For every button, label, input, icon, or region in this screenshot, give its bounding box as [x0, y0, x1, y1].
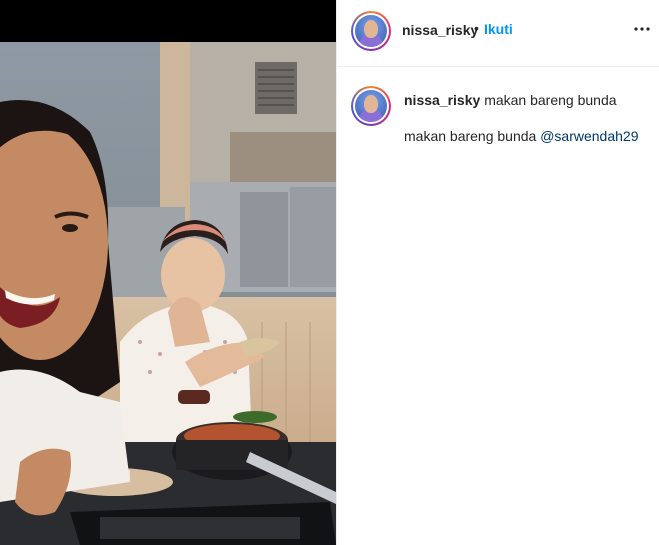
caption-avatar[interactable] — [351, 86, 391, 126]
caption-headline: nissa_risky makan bareng bunda — [404, 92, 617, 108]
media-letterbox — [0, 0, 336, 42]
separator-dot: • — [474, 20, 479, 36]
caption-body: makan bareng bunda @sarwendah29 — [404, 128, 639, 144]
post-photo[interactable] — [0, 42, 336, 545]
more-horizontal-icon[interactable] — [633, 20, 651, 38]
post-sidebar: nissa_risky • Ikuti nissa_risky makan ba… — [336, 0, 659, 545]
post-header: nissa_risky • Ikuti — [337, 0, 659, 67]
author-avatar[interactable] — [351, 11, 391, 51]
caption-text: makan bareng bunda — [484, 92, 617, 108]
mention-link[interactable]: @sarwendah29 — [540, 128, 638, 144]
caption-body-text: makan bareng bunda — [404, 128, 537, 144]
author-username[interactable]: nissa_risky — [402, 22, 478, 38]
caption-username[interactable]: nissa_risky — [404, 92, 480, 108]
post-media[interactable] — [0, 0, 336, 545]
follow-button[interactable]: Ikuti — [484, 21, 513, 37]
